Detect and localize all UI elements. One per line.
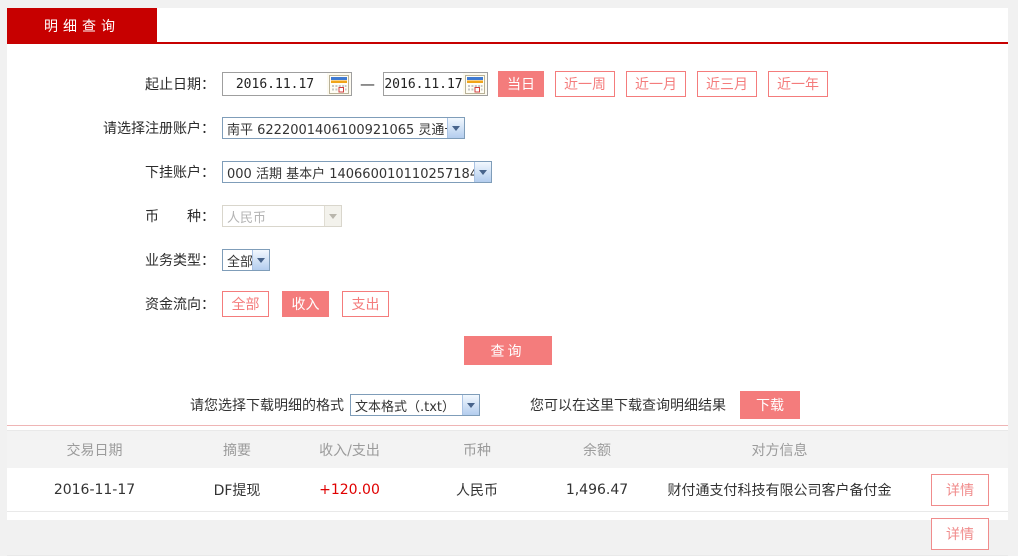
content-panel: 明细查询 起止日期： 2016.11.17 — 2016.11.17 当日 近一…	[7, 8, 1008, 556]
quick-range-week-button[interactable]: 近一周	[555, 71, 615, 97]
quick-range-year-button[interactable]: 近一年	[768, 71, 828, 97]
sub-account-value[interactable]: 000 活期 基本户 1406600101102571848	[223, 163, 474, 182]
detail-button[interactable]: 详情	[931, 473, 989, 506]
register-account-select[interactable]: 南平 6222001406100921065 灵通卡	[222, 117, 465, 139]
sub-account-select[interactable]: 000 活期 基本户 1406600101102571848	[222, 161, 492, 183]
header-currency: 币种	[463, 442, 491, 459]
date-range-separator: —	[360, 75, 375, 93]
currency-row: 币 种： 人民币	[7, 203, 1008, 229]
business-type-select[interactable]: 全部	[222, 249, 270, 271]
download-button[interactable]: 下载	[740, 391, 800, 419]
quick-range-month-button[interactable]: 近一月	[626, 71, 686, 97]
end-date-input[interactable]: 2016.11.17	[383, 72, 488, 96]
download-format-label: 请您选择下载明细的格式	[190, 398, 344, 414]
cell-balance: 1,496.47	[565, 481, 629, 498]
sub-account-label: 下挂账户：	[145, 165, 215, 181]
fund-flow-expense-button[interactable]: 支出	[342, 291, 389, 317]
quick-range-3months-button[interactable]: 近三月	[697, 71, 757, 97]
results-table: 交易日期 摘要 收入/支出 币种 余额 对方信息 2016-11-17 DF提现…	[7, 430, 1008, 556]
fund-flow-row: 资金流向： 全部 收入 支出	[7, 291, 1008, 317]
fund-flow-all-button[interactable]: 全部	[222, 291, 269, 317]
download-format-value[interactable]: 文本格式（.txt）	[351, 396, 462, 415]
tab-detail-query[interactable]: 明细查询	[7, 8, 157, 44]
register-account-label: 请选择注册账户：	[103, 121, 215, 137]
dropdown-arrow-icon[interactable]	[474, 162, 491, 182]
currency-value: 人民币	[227, 210, 267, 226]
cell-date: 2016-11-17	[53, 481, 136, 498]
fund-flow-income-button[interactable]: 收入	[282, 291, 329, 317]
download-hint: 您可以在这里下载查询明细结果	[530, 398, 726, 414]
register-account-value[interactable]: 南平 6222001406100921065 灵通卡	[223, 119, 447, 138]
detail-button[interactable]: 详情	[931, 517, 989, 550]
business-type-value[interactable]: 全部	[223, 251, 252, 270]
date-range-row: 起止日期： 2016.11.17 — 2016.11.17 当日 近一周 近一月…	[7, 71, 1008, 97]
query-button[interactable]: 查询	[463, 336, 552, 365]
cell-counterparty: 财付通支付科技有限公司客户备付金	[667, 482, 892, 499]
cell-summary: DF提现	[213, 482, 261, 499]
calendar-icon[interactable]	[327, 73, 351, 95]
tab-bar: 明细查询	[7, 8, 1008, 44]
dropdown-arrow-icon[interactable]	[252, 250, 269, 270]
start-date-value[interactable]: 2016.11.17	[223, 77, 327, 92]
query-form: 起止日期： 2016.11.17 — 2016.11.17 当日 近一周 近一月…	[7, 44, 1008, 365]
currency-label: 币 种：	[145, 209, 215, 225]
business-type-label: 业务类型：	[145, 253, 215, 269]
end-date-value[interactable]: 2016.11.17	[384, 77, 463, 92]
table-row: 2016-11-17 DF提现 +120.00 人民币 1,496.47 财付通…	[7, 468, 1008, 512]
header-balance: 余额	[583, 442, 611, 459]
calendar-icon[interactable]	[463, 73, 487, 95]
download-row: 请您选择下载明细的格式 文本格式（.txt） 您可以在这里下载查询明细结果 下载	[7, 391, 1008, 419]
table-header-row: 交易日期 摘要 收入/支出 币种 余额 对方信息	[7, 430, 1008, 468]
quick-range-today-button[interactable]: 当日	[498, 71, 544, 97]
dropdown-arrow-icon[interactable]	[447, 118, 464, 138]
query-button-row: 查询	[7, 336, 1008, 365]
section-divider	[7, 425, 1008, 426]
fund-flow-label: 资金流向：	[145, 297, 215, 313]
date-range-label: 起止日期：	[145, 77, 215, 93]
currency-select: 人民币	[222, 205, 342, 227]
download-format-select[interactable]: 文本格式（.txt）	[350, 394, 480, 416]
start-date-input[interactable]: 2016.11.17	[222, 72, 352, 96]
cell-currency: 人民币	[456, 482, 498, 499]
header-counterparty: 对方信息	[751, 442, 808, 459]
business-type-row: 业务类型： 全部	[7, 247, 1008, 273]
header-amount: 收入/支出	[319, 442, 380, 459]
header-date: 交易日期	[66, 442, 123, 459]
table-row-partial: 详情	[7, 512, 1008, 556]
cell-amount: +120.00	[319, 481, 380, 498]
dropdown-arrow-icon[interactable]	[462, 395, 479, 415]
header-summary: 摘要	[223, 442, 251, 459]
dropdown-arrow-icon	[324, 206, 341, 226]
sub-account-row: 下挂账户： 000 活期 基本户 1406600101102571848	[7, 159, 1008, 185]
register-account-row: 请选择注册账户： 南平 6222001406100921065 灵通卡	[7, 115, 1008, 141]
